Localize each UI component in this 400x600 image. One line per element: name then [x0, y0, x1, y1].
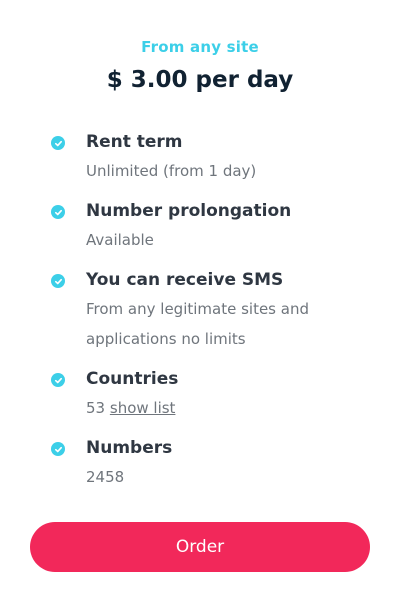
check-circle-icon	[51, 205, 65, 219]
feature-value: Unlimited (from 1 day)	[86, 162, 257, 180]
feature-label: Numbers	[86, 438, 173, 458]
tariff-card: From any site $ 3.00 per day Rent term U…	[0, 0, 400, 600]
feature-numbers: Numbers 2458	[0, 434, 400, 492]
feature-value: Available	[86, 231, 154, 249]
show-list-link[interactable]: show list	[110, 399, 176, 417]
tariff-price: $ 3.00 per day	[106, 67, 294, 93]
check-circle-icon	[51, 373, 65, 387]
feature-label: Countries	[86, 369, 179, 389]
feature-receive-sms: You can receive SMS From any legitimate …	[0, 266, 400, 354]
feature-number-prolongation: Number prolongation Available	[0, 197, 400, 255]
check-circle-icon	[51, 274, 65, 288]
tariff-subtitle: From any site	[141, 38, 259, 56]
feature-value: From any legitimate sites and applicatio…	[86, 300, 309, 348]
check-circle-icon	[51, 442, 65, 456]
feature-value: 2458	[86, 468, 125, 486]
features-list: Rent term Unlimited (from 1 day) Number …	[0, 128, 400, 503]
feature-label: You can receive SMS	[86, 270, 284, 290]
feature-label: Number prolongation	[86, 201, 292, 221]
feature-value-wrap: 53 show list	[86, 393, 400, 423]
feature-countries: Countries 53 show list	[0, 365, 400, 423]
order-button[interactable]: Order	[30, 522, 370, 572]
check-circle-icon	[51, 136, 65, 150]
feature-label: Rent term	[86, 132, 183, 152]
feature-rent-term: Rent term Unlimited (from 1 day)	[0, 128, 400, 186]
countries-count: 53	[86, 399, 106, 417]
